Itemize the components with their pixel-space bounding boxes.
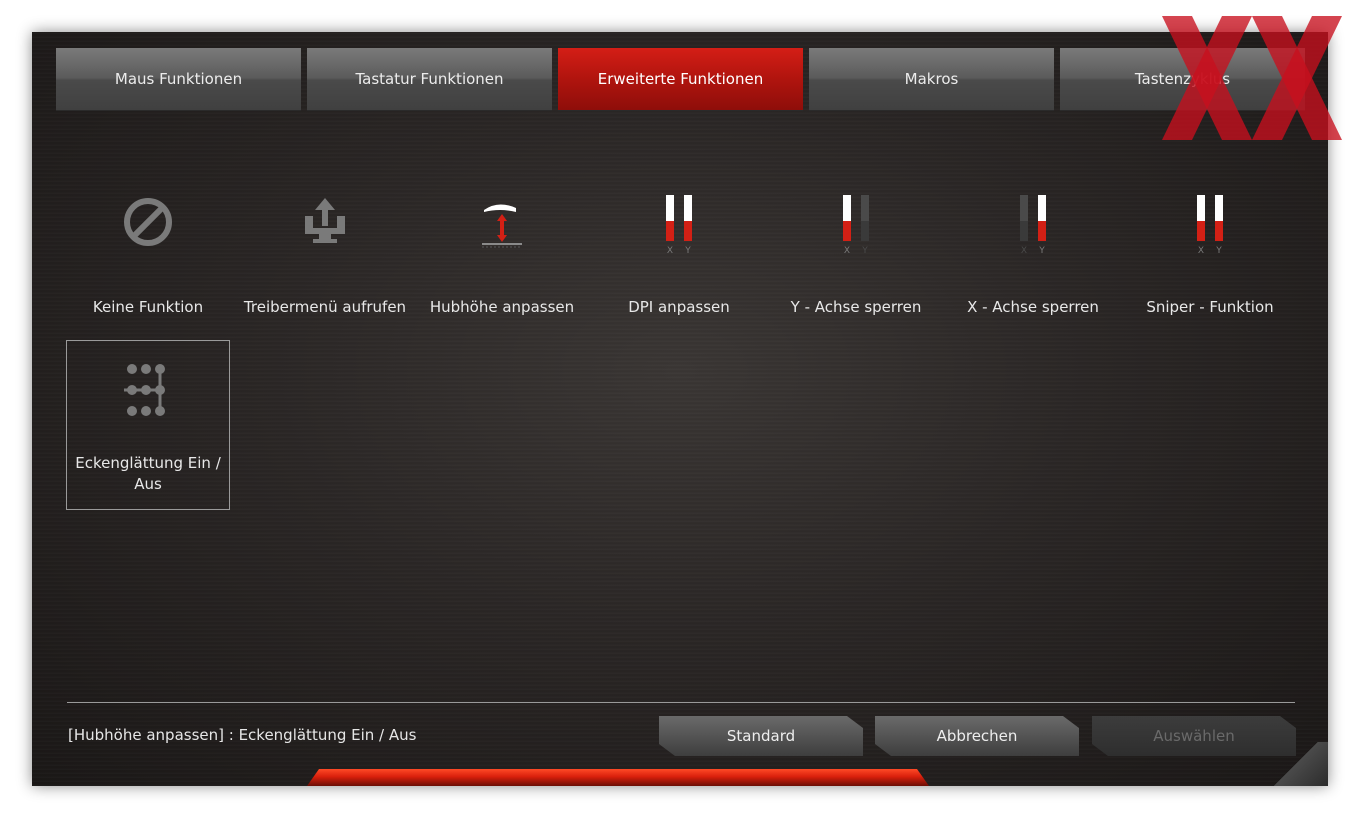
svg-text:X: X — [844, 246, 850, 255]
driver-menu-icon — [305, 198, 345, 243]
no-function-icon — [124, 198, 172, 246]
lift-height-icon — [482, 204, 522, 248]
svg-text:X: X — [667, 246, 673, 255]
divider — [67, 702, 1295, 703]
function-item-lift-height[interactable]: Hubhöhe anpassen — [420, 172, 584, 342]
svg-text:X: X — [1021, 246, 1027, 255]
dialog-window: Maus Funktionen Tastatur Funktionen Erwe… — [32, 32, 1328, 786]
accent-bar — [307, 769, 929, 786]
tab-keyboard-functions[interactable]: Tastatur Funktionen — [307, 48, 552, 111]
svg-text:X: X — [1198, 246, 1204, 255]
svg-text:Y: Y — [1038, 246, 1045, 255]
status-text: [Hubhöhe anpassen] : Eckenglättung Ein /… — [68, 726, 417, 744]
dpi-adjust-icon: X Y — [666, 195, 692, 255]
function-item-sniper[interactable]: X Y Sniper - Funktion — [1128, 172, 1292, 342]
svg-text:Y: Y — [861, 246, 868, 255]
function-item-lock-x-axis[interactable]: X Y X - Achse sperren — [951, 172, 1115, 342]
watermark-logo-icon — [1162, 16, 1342, 140]
sniper-icon: X Y — [1197, 195, 1223, 255]
tab-bar: Maus Funktionen Tastatur Funktionen Erwe… — [56, 48, 1305, 111]
svg-text:Y: Y — [1215, 246, 1222, 255]
function-item-dpi-adjust[interactable]: X Y DPI anpassen — [597, 172, 761, 342]
tab-macros[interactable]: Makros — [809, 48, 1054, 111]
angle-snapping-icon — [124, 364, 165, 417]
tab-mouse-functions[interactable]: Maus Funktionen — [56, 48, 301, 111]
function-item-driver-menu[interactable]: Treibermenü aufrufen — [243, 172, 407, 342]
lock-y-axis-icon: X Y — [843, 195, 869, 255]
svg-text:Y: Y — [684, 246, 691, 255]
function-item-angle-snapping[interactable]: Eckenglättung Ein / Aus — [66, 340, 230, 510]
cancel-button[interactable]: Abbrechen — [875, 716, 1079, 756]
tab-advanced-functions[interactable]: Erweiterte Funktionen — [558, 48, 803, 111]
function-item-no-function[interactable]: Keine Funktion — [66, 172, 230, 342]
lock-x-axis-icon: X Y — [1020, 195, 1046, 255]
function-item-lock-y-axis[interactable]: X Y Y - Achse sperren — [774, 172, 938, 342]
resize-corner — [1264, 742, 1328, 786]
standard-button[interactable]: Standard — [659, 716, 863, 756]
